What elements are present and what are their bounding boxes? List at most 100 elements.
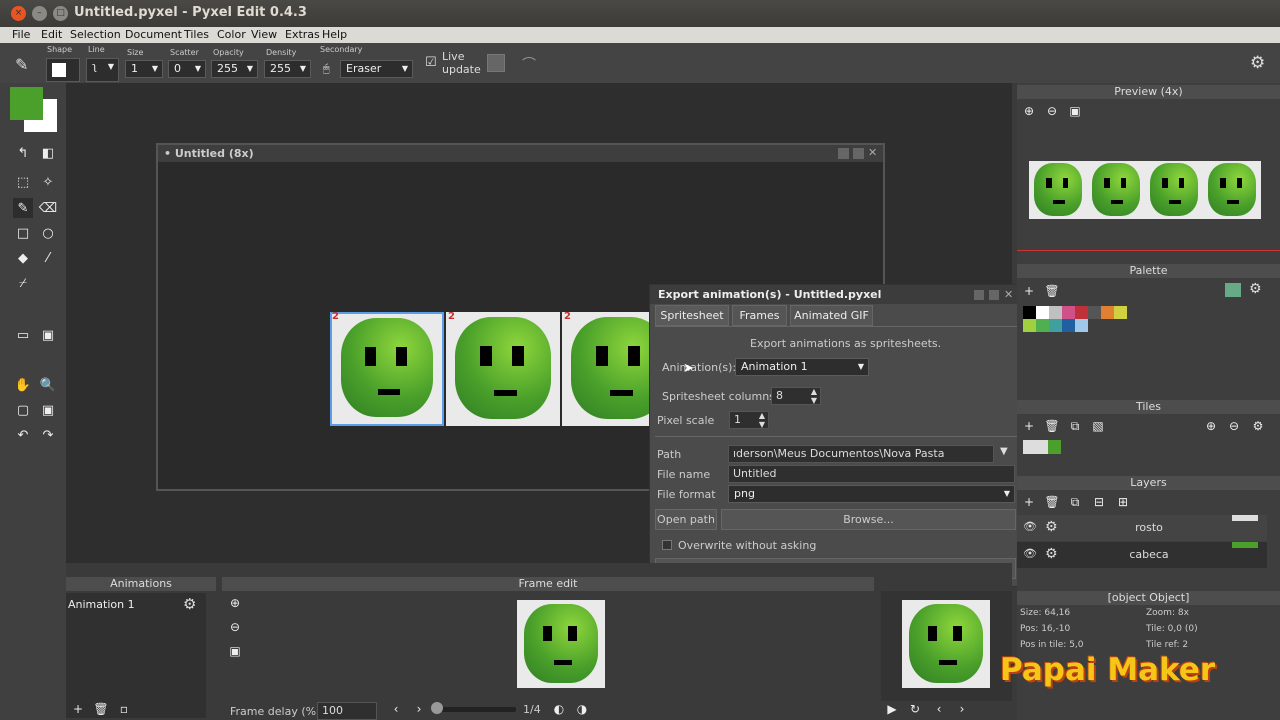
palette-swatch[interactable] [1114, 306, 1127, 319]
menu-file[interactable]: File [12, 28, 30, 41]
menu-extras[interactable]: Extras [285, 28, 320, 41]
eye-icon[interactable]: 👁 [1023, 520, 1037, 533]
palette-swatch[interactable] [1062, 306, 1075, 319]
add-animation-icon[interactable]: + [68, 699, 88, 719]
opacity-select[interactable]: 255 ▼ [211, 60, 258, 78]
duplicate-layer-icon[interactable]: ⧉ [1065, 492, 1085, 512]
palette-swatch[interactable] [1088, 306, 1101, 319]
zoom-in-icon[interactable]: ⊕ [1019, 101, 1039, 121]
line-select[interactable]: ʅ ▼ [86, 58, 119, 82]
primary-color-swatch[interactable] [10, 87, 43, 120]
play-icon[interactable]: ▶ [882, 699, 902, 719]
file-format-select[interactable]: png ▼ [728, 485, 1015, 503]
playback-next-icon[interactable]: › [952, 699, 972, 719]
add-layer-icon[interactable]: + [1019, 492, 1039, 512]
browse-button[interactable]: Browse... [721, 509, 1016, 530]
tile-frame-icon[interactable]: ▧ [1088, 416, 1108, 436]
path-dropdown-icon[interactable]: ▼ [1000, 446, 1008, 457]
menu-color[interactable]: Color [217, 28, 246, 41]
columns-stepper[interactable]: 8 ▲ ▼ [771, 387, 821, 405]
hand-icon[interactable]: ✋ [13, 375, 33, 395]
onion-prev-icon[interactable]: ◐ [549, 699, 569, 719]
palette-swatch[interactable] [1075, 306, 1088, 319]
zoom-out-icon[interactable]: ⊖ [1042, 101, 1062, 121]
scatter-select[interactable]: 0 ▼ [168, 60, 206, 78]
layer-settings-icon[interactable]: ⚙ [1045, 546, 1058, 562]
delete-color-icon[interactable]: 🗑 [1042, 281, 1062, 301]
pencil-tool-icon[interactable]: ✎ [13, 198, 33, 218]
toggle-icon[interactable] [487, 54, 505, 72]
frame-slider-handle[interactable] [431, 702, 443, 714]
layer-row[interactable]: 👁 ⚙ rosto [1017, 515, 1267, 541]
pixel-scale-stepper[interactable]: 1 ▲ ▼ [729, 411, 769, 429]
tile-place-icon[interactable]: ▭ [13, 325, 33, 345]
prev-frame-icon[interactable]: ‹ [386, 699, 406, 719]
select-rect-icon[interactable]: ⬚ [13, 172, 33, 192]
close-window-button[interactable]: × [11, 6, 26, 21]
symmetry-icon[interactable]: ⌒ [522, 54, 536, 74]
menu-help[interactable]: Help [322, 28, 347, 41]
palette-options-icon[interactable] [1225, 283, 1241, 297]
eye-icon[interactable]: 👁 [1023, 547, 1037, 560]
frame-slider[interactable] [432, 707, 516, 712]
palette-swatch[interactable] [1049, 319, 1062, 332]
sprite-frame-2[interactable] [446, 312, 560, 426]
edit-animation-icon[interactable]: ▫ [114, 699, 134, 719]
eraser-icon[interactable]: ⌫ [38, 198, 58, 218]
overwrite-checkbox[interactable] [662, 540, 672, 550]
add-tile-icon[interactable]: + [1019, 416, 1039, 436]
dialog-close-icon[interactable]: ✕ [1004, 288, 1013, 301]
delete-layer-icon[interactable]: 🗑 [1042, 492, 1062, 512]
palette-swatch[interactable] [1075, 319, 1088, 332]
redo-icon[interactable]: ↷ [38, 425, 58, 445]
tiles-settings-icon[interactable]: ⚙ [1248, 416, 1268, 436]
shape-select[interactable] [46, 58, 80, 82]
flatten-layer-icon[interactable]: ⊞ [1113, 492, 1133, 512]
fit-preview-icon[interactable]: ▣ [1065, 101, 1085, 121]
open-path-button[interactable]: Open path [655, 509, 717, 530]
frame-delay-field[interactable]: 100 [317, 702, 377, 720]
animations-select[interactable]: Animation 1 ▼ [735, 358, 869, 376]
palette-swatch[interactable] [1049, 306, 1062, 319]
animation-item[interactable]: Animation 1 [68, 598, 135, 611]
frame-zoom-out-icon[interactable]: ⊖ [225, 617, 245, 637]
doc-close-icon[interactable]: ✕ [868, 146, 877, 159]
menu-document[interactable]: Document [125, 28, 182, 41]
menu-view[interactable]: View [251, 28, 277, 41]
sprite-frame-3[interactable] [562, 312, 649, 426]
ellipse-icon[interactable]: ○ [38, 223, 58, 243]
tile-thumbnails[interactable] [1023, 440, 1061, 454]
merge-layer-icon[interactable]: ⊟ [1089, 492, 1109, 512]
tiles-zoom-out-icon[interactable]: ⊖ [1224, 416, 1244, 436]
tab-animated-gif[interactable]: Animated GIF [790, 305, 873, 326]
next-frame-icon[interactable]: › [409, 699, 429, 719]
fill-bucket-icon[interactable]: ◆ [13, 248, 33, 268]
eyedropper-icon[interactable]: ⌿ [13, 273, 33, 293]
frame-zoom-in-icon[interactable]: ⊕ [225, 593, 245, 613]
frame-edit-preview[interactable] [517, 600, 605, 688]
maximize-window-button[interactable]: □ [53, 6, 68, 21]
doc-minimize-icon[interactable] [838, 148, 849, 159]
palette-swatch[interactable] [1101, 306, 1114, 319]
delete-animation-icon[interactable]: 🗑 [91, 699, 111, 719]
palette-swatch[interactable] [1036, 319, 1049, 332]
undo-icon[interactable]: ↶ [13, 425, 33, 445]
magic-wand-icon[interactable]: ✧ [38, 172, 58, 192]
menu-edit[interactable]: Edit [41, 28, 62, 41]
palette-swatches[interactable] [1023, 306, 1133, 332]
tab-spritesheet[interactable]: Spritesheet [655, 305, 729, 326]
doc-maximize-icon[interactable] [853, 148, 864, 159]
palette-settings-icon[interactable]: ⚙ [1249, 281, 1262, 297]
settings-gear-icon[interactable]: ⚙ [1250, 53, 1265, 73]
menu-selection[interactable]: Selection [70, 28, 121, 41]
path-field[interactable]: ıderson\Meus Documentos\Nova Pasta [728, 445, 994, 463]
rectangle-icon[interactable]: □ [13, 223, 33, 243]
tab-frames[interactable]: Frames [732, 305, 787, 326]
sprite-frame-1[interactable] [330, 312, 444, 426]
live-update-checkbox[interactable]: ☑ [425, 55, 437, 70]
menu-tiles[interactable]: Tiles [184, 28, 209, 41]
loop-icon[interactable]: ↻ [905, 699, 925, 719]
palette-swatch[interactable] [1023, 306, 1036, 319]
onion-next-icon[interactable]: ◑ [572, 699, 592, 719]
palette-swatch[interactable] [1023, 319, 1036, 332]
